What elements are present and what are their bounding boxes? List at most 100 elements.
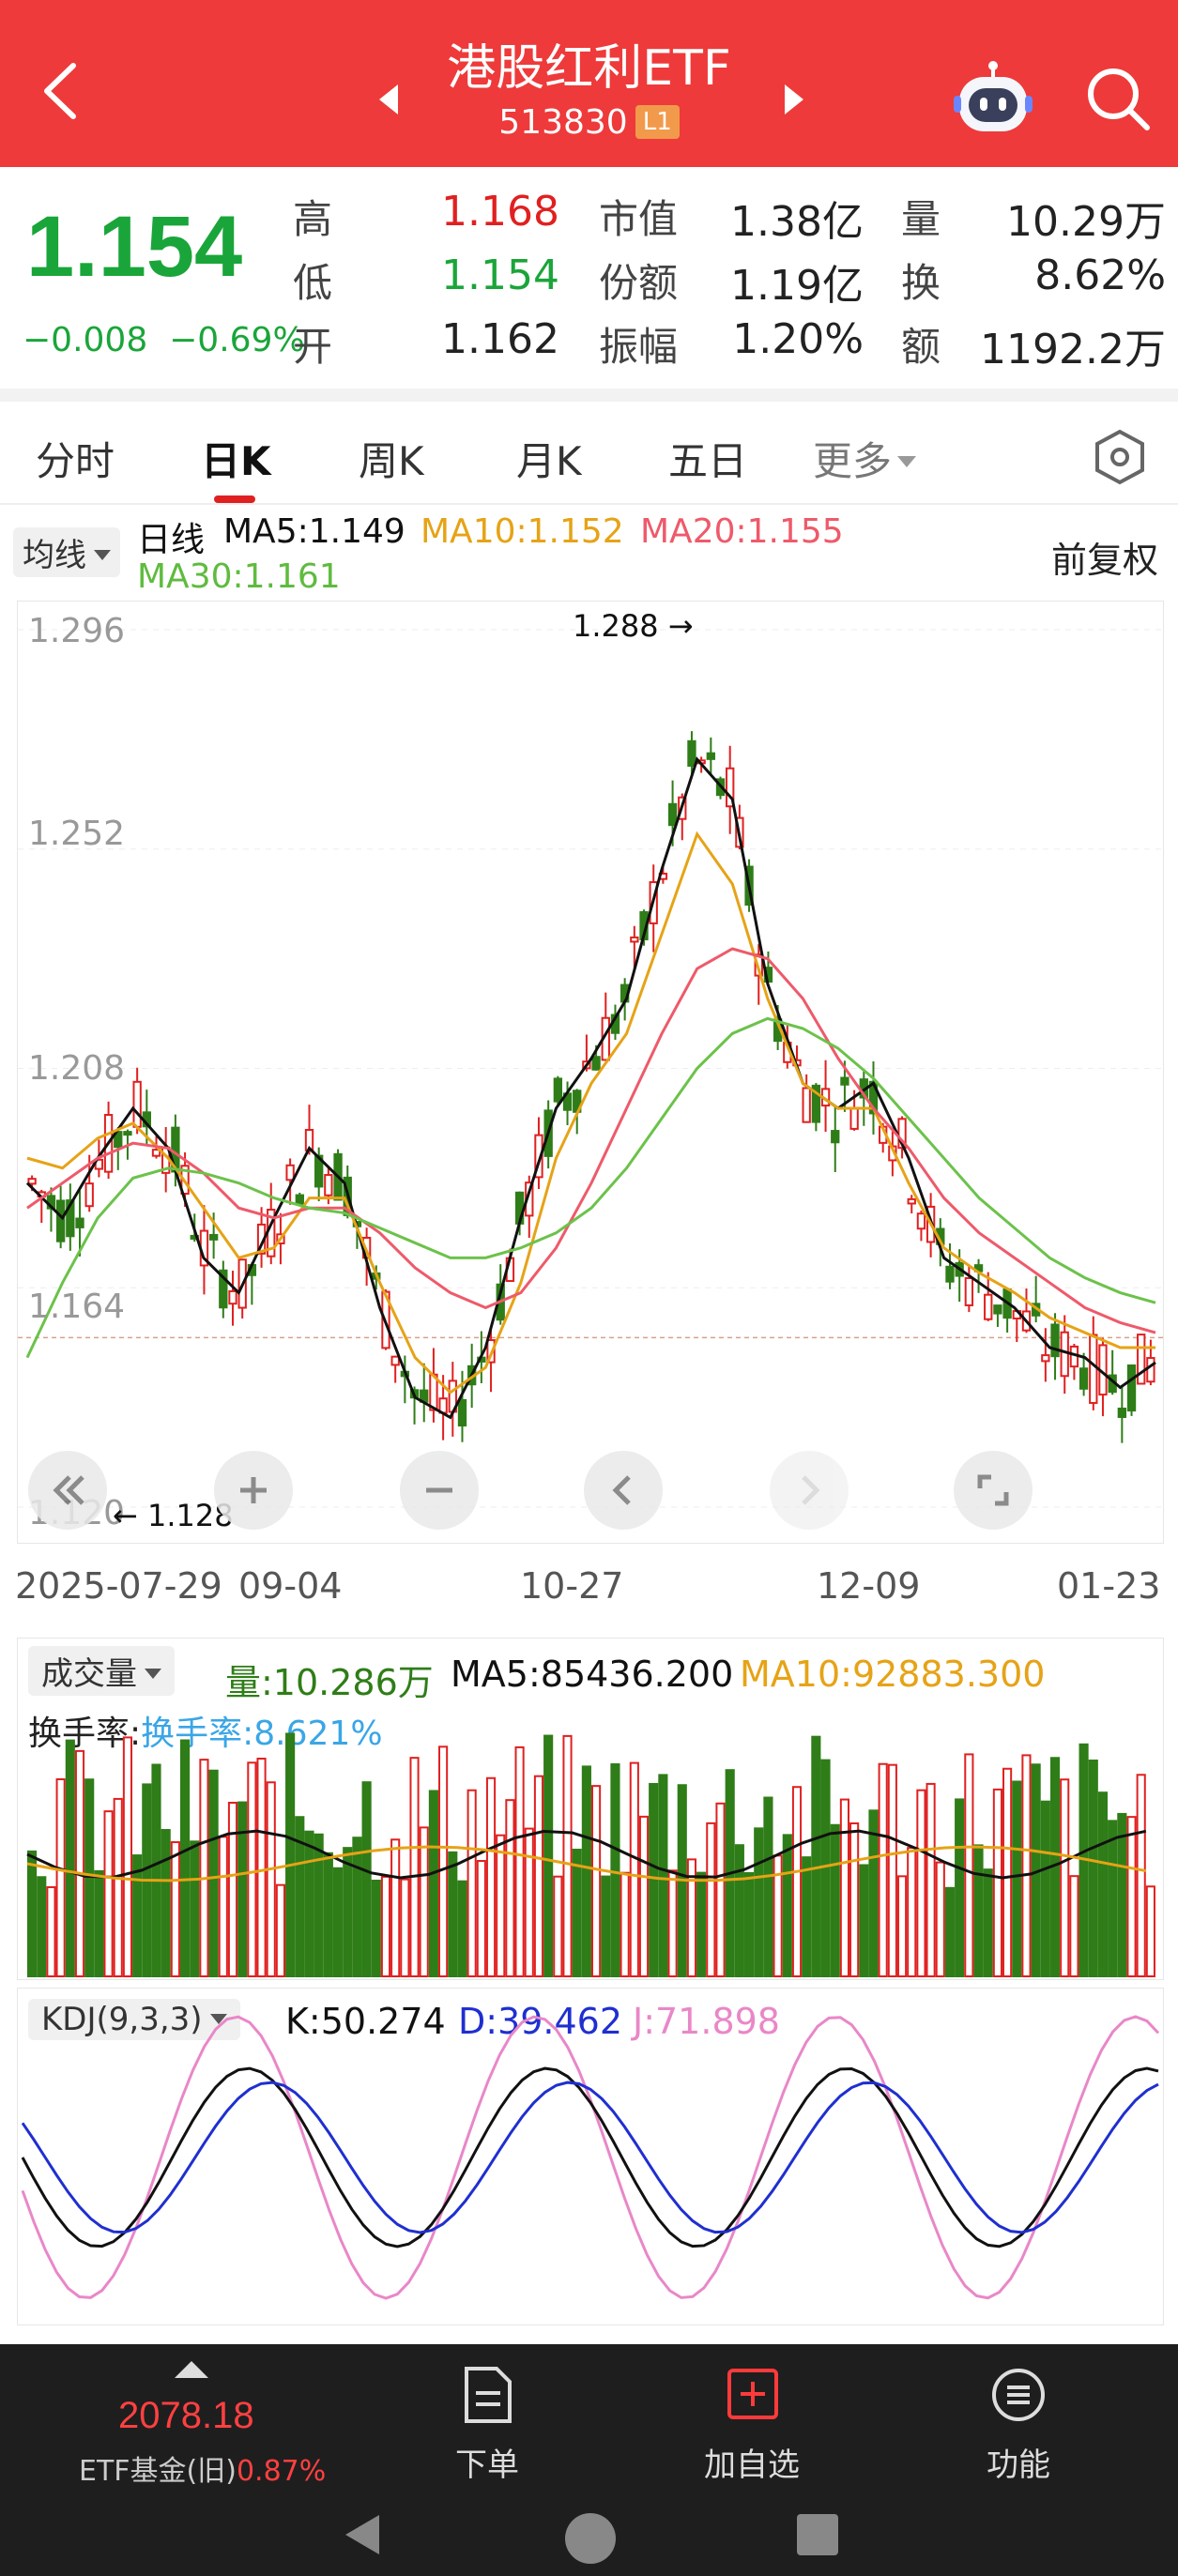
tab-daily-k[interactable]: 日K <box>201 430 271 487</box>
volume-bar <box>734 1844 744 1977</box>
volume-bar <box>849 1821 860 1977</box>
order-button[interactable]: 下单 <box>407 2365 567 2485</box>
nav-recents-icon[interactable] <box>794 2511 841 2558</box>
volume-bar <box>572 1849 582 1977</box>
volume-bar <box>696 1871 707 1977</box>
high-label: 高 <box>293 196 333 242</box>
volume-bar <box>715 1802 726 1977</box>
volume-bar <box>859 1864 869 1977</box>
volume-bar <box>754 1827 764 1977</box>
volume-bar <box>113 1797 123 1977</box>
volume-bar <box>591 1785 602 1977</box>
candle-body <box>687 739 696 767</box>
fullscreen-button[interactable] <box>954 1451 1033 1530</box>
volume-bar <box>562 1734 573 1978</box>
scroll-start-button[interactable] <box>28 1451 107 1530</box>
ma20-value: MA20:1.155 <box>640 512 844 551</box>
tab-more[interactable]: 更多 <box>813 430 917 487</box>
candle-body <box>849 1107 859 1130</box>
next-stock-icon[interactable] <box>785 84 803 114</box>
expand-up-icon[interactable] <box>175 2361 208 2378</box>
level-badge: L1 <box>635 105 680 139</box>
candle-body <box>457 1398 467 1427</box>
candle-body <box>55 1199 66 1242</box>
volume-bar <box>533 1775 544 1977</box>
search-icon[interactable] <box>1081 62 1156 137</box>
volume-bar <box>275 1883 285 1978</box>
y-tick-label: 1.252 <box>28 815 126 853</box>
candle-body <box>831 1130 840 1144</box>
volume-bar <box>161 1829 171 1977</box>
volume-bar <box>132 1854 143 1977</box>
add-watchlist-button[interactable]: 加自选 <box>672 2365 832 2485</box>
tab-five-day[interactable]: 五日 <box>668 430 747 487</box>
volume-bar <box>907 1847 917 1977</box>
volume-value: 10.29万 <box>1006 198 1166 246</box>
tab-weekly-k[interactable]: 周K <box>359 430 424 487</box>
volume-bar <box>27 1850 38 1977</box>
volume-bar <box>1136 1774 1146 1977</box>
volume-bar <box>1002 1767 1013 1977</box>
plus-icon <box>240 1477 267 1503</box>
volume-bar <box>820 1759 831 1977</box>
zoom-in-button[interactable] <box>214 1451 293 1530</box>
volume-bar <box>400 1878 410 1977</box>
index-value[interactable]: 2078.18 <box>118 2395 254 2437</box>
volume-bar <box>1145 1885 1155 1978</box>
kdj-panel[interactable] <box>17 1988 1164 2325</box>
volume-bar <box>496 1834 506 1977</box>
adjust-mode[interactable]: 前复权 <box>1051 531 1158 583</box>
volume-panel[interactable] <box>17 1638 1164 1980</box>
candle-body <box>27 1178 37 1185</box>
candle-body <box>324 1174 333 1197</box>
fullscreen-icon <box>977 1474 1009 1506</box>
indicator-selector[interactable]: 均线 <box>13 527 120 577</box>
volume-bar <box>84 1778 95 1977</box>
volume-bar <box>323 1852 333 1977</box>
volume-bar <box>1012 1780 1022 1977</box>
kline-panel[interactable] <box>17 601 1165 1544</box>
scroll-left-button[interactable] <box>584 1451 663 1530</box>
candle-body <box>916 1212 926 1230</box>
settings-hexagon-icon[interactable] <box>1091 428 1149 486</box>
candle-body <box>984 1293 993 1320</box>
chevron-left-icon <box>612 1475 631 1505</box>
quote-panel: 1.154 −0.008 −0.69% 高 1.168 低 1.154 开 1.… <box>0 167 1178 392</box>
ma30-value: MA30:1.161 <box>137 557 341 596</box>
volume-bar <box>992 1788 1002 1977</box>
volume-bar <box>802 1856 812 1977</box>
tab-intraday[interactable]: 分时 <box>36 430 115 487</box>
function-button[interactable]: 功能 <box>939 2365 1098 2485</box>
volume-bar <box>361 1781 372 1977</box>
tab-more-label: 更多 <box>813 438 893 484</box>
volume-bar <box>371 1880 381 1977</box>
volume-bar <box>830 1823 840 1977</box>
volume-bar <box>332 1867 344 1977</box>
volume-bar <box>581 1765 591 1977</box>
volume-bar <box>1126 1816 1137 1977</box>
robot-assistant-icon[interactable] <box>950 54 1036 141</box>
candle-body <box>1079 1367 1089 1390</box>
nav-home-icon[interactable] <box>563 2511 618 2566</box>
zoom-out-button[interactable] <box>400 1451 479 1530</box>
scroll-right-button[interactable] <box>770 1451 849 1530</box>
tab-monthly-k[interactable]: 月K <box>516 430 582 487</box>
volume-bar <box>343 1847 353 1977</box>
candle-body <box>84 1182 94 1208</box>
nav-back-icon[interactable] <box>340 2511 383 2558</box>
function-label: 功能 <box>987 2446 1050 2484</box>
index-name[interactable]: ETF基金(旧)0.87% <box>79 2447 326 2489</box>
volume-bar <box>610 1763 620 1977</box>
amount-value: 1192.2万 <box>980 326 1166 373</box>
volume-bar <box>944 1886 956 1978</box>
volume-bar <box>926 1782 936 1977</box>
change-value: −0.008 <box>23 321 148 359</box>
candle-body <box>945 1265 955 1283</box>
candle-body <box>591 1056 601 1071</box>
candle-body <box>667 802 678 827</box>
menu-circle-icon <box>992 2369 1045 2421</box>
ma-line-ma20 <box>26 947 1156 1334</box>
candle-body <box>1089 1334 1098 1404</box>
volume-bar <box>782 1834 792 1977</box>
volume-bar <box>973 1844 984 1977</box>
